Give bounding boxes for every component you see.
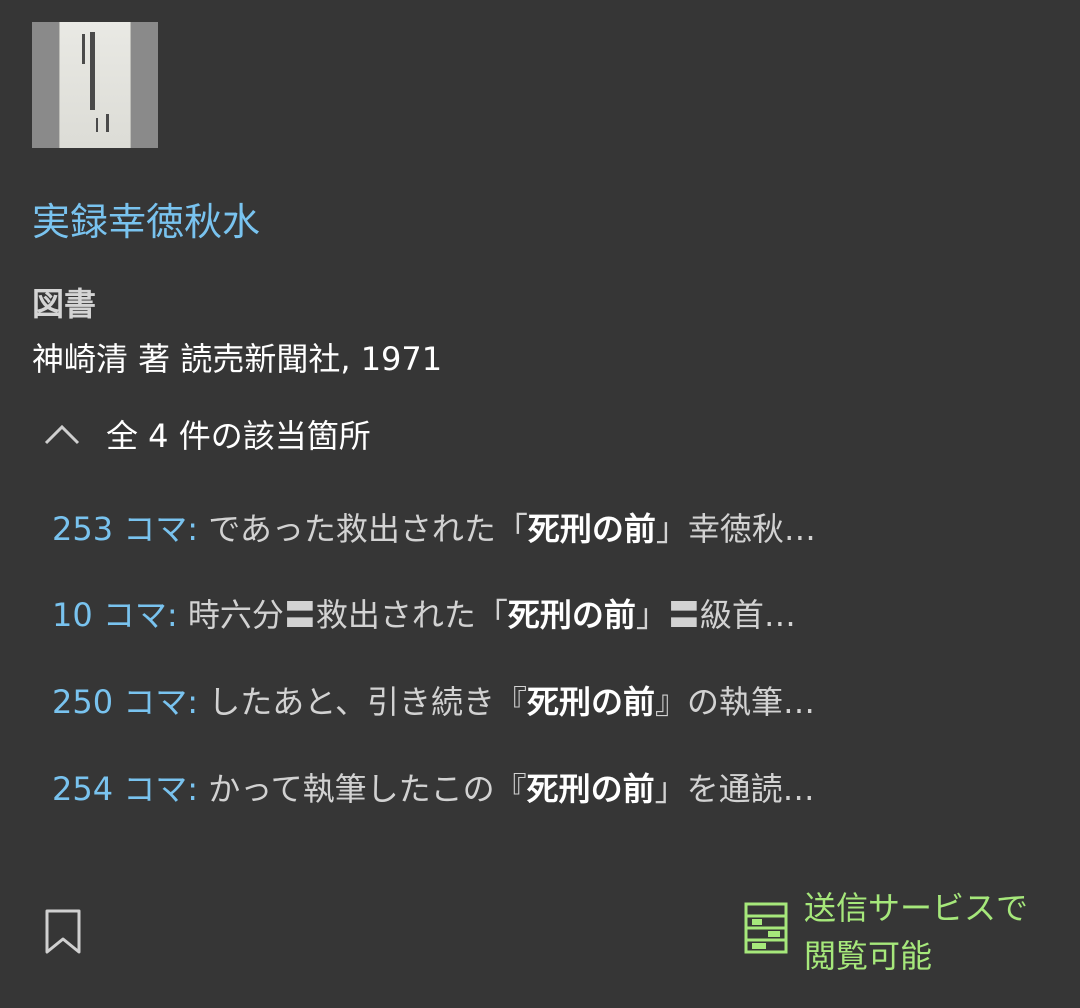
- hit-frame-link[interactable]: 254 コマ:: [52, 770, 198, 808]
- hit-frame-link[interactable]: 250 コマ:: [52, 683, 198, 721]
- hit-snippet-before: かって執筆したこの『: [198, 770, 527, 808]
- hits-toggle[interactable]: 全 4 件の該当箇所: [42, 410, 371, 458]
- hit-snippet-before: 時六分〓救出された「: [177, 596, 508, 634]
- hit-frame-link[interactable]: 10 コマ:: [52, 596, 178, 634]
- book-thumbnail[interactable]: [32, 22, 158, 148]
- hit-row-4[interactable]: 254 コマ: かって執筆したこの『死刑の前」を通読…: [52, 766, 815, 812]
- hit-term: 死刑の前: [507, 596, 636, 634]
- item-meta: 神崎清 著 読売新聞社, 1971: [32, 340, 443, 378]
- item-title-link[interactable]: 実録幸徳秋水: [32, 196, 260, 248]
- hit-term: 死刑の前: [526, 770, 655, 808]
- hit-row-1[interactable]: 253 コマ: であった救出された「死刑の前」幸徳秋…: [52, 506, 816, 552]
- hits-toggle-label: 全 4 件の該当箇所: [106, 417, 371, 455]
- book-cover-image: [59, 22, 131, 148]
- chevron-up-icon: [44, 424, 80, 445]
- item-type: 図書: [32, 285, 97, 323]
- hit-row-2[interactable]: 10 コマ: 時六分〓救出された「死刑の前」〓級首…: [52, 592, 796, 638]
- hit-snippet-after: 」幸徳秋…: [655, 510, 816, 548]
- delivery-label-line1: 送信サービスで: [804, 889, 1029, 927]
- hit-term: 死刑の前: [527, 510, 656, 548]
- delivery-service-icon: [744, 902, 788, 954]
- hit-frame-link[interactable]: 253 コマ:: [52, 510, 198, 548]
- delivery-service-link[interactable]: 送信サービスで 閲覧可能: [744, 884, 1028, 980]
- hit-snippet-after: 』の執筆…: [654, 683, 815, 721]
- bookmark-button[interactable]: [44, 908, 82, 960]
- hit-snippet-before: したあと、引き続き『: [198, 683, 527, 721]
- hit-row-3[interactable]: 250 コマ: したあと、引き続き『死刑の前』の執筆…: [52, 679, 815, 725]
- hit-snippet-after: 」を通読…: [654, 770, 815, 808]
- bookmark-icon: [45, 909, 81, 954]
- hit-snippet-before: であった救出された「: [198, 510, 528, 548]
- delivery-label-line2: 閲覧可能: [804, 937, 933, 975]
- hit-snippet-after: 」〓級首…: [635, 596, 796, 634]
- hit-term: 死刑の前: [526, 683, 655, 721]
